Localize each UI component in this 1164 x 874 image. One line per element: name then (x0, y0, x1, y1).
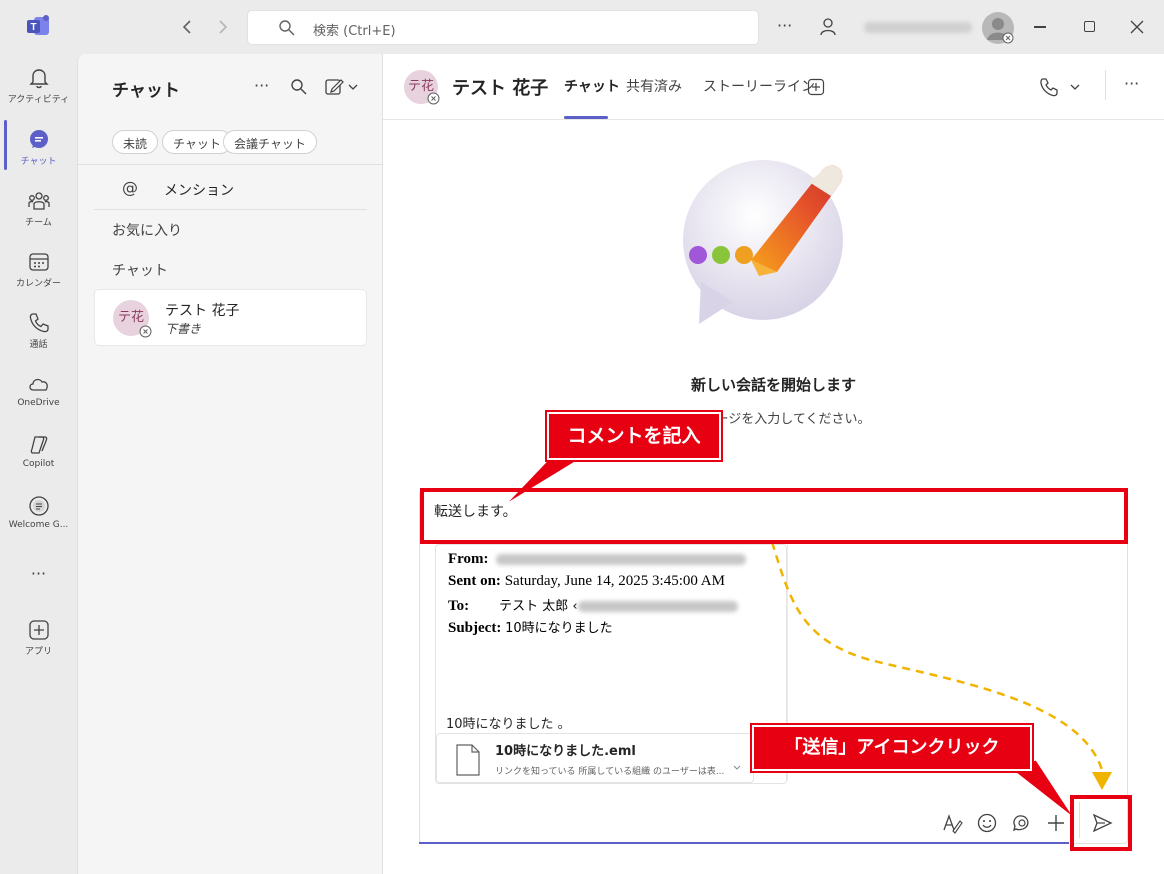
send-highlight-box (1070, 795, 1132, 851)
send-callout: 「送信」アイコンクリック (750, 723, 1034, 773)
compose-highlight-box (420, 488, 1128, 544)
guide-arrowhead (1092, 772, 1112, 790)
comment-callout: コメントを記入 (545, 410, 723, 462)
